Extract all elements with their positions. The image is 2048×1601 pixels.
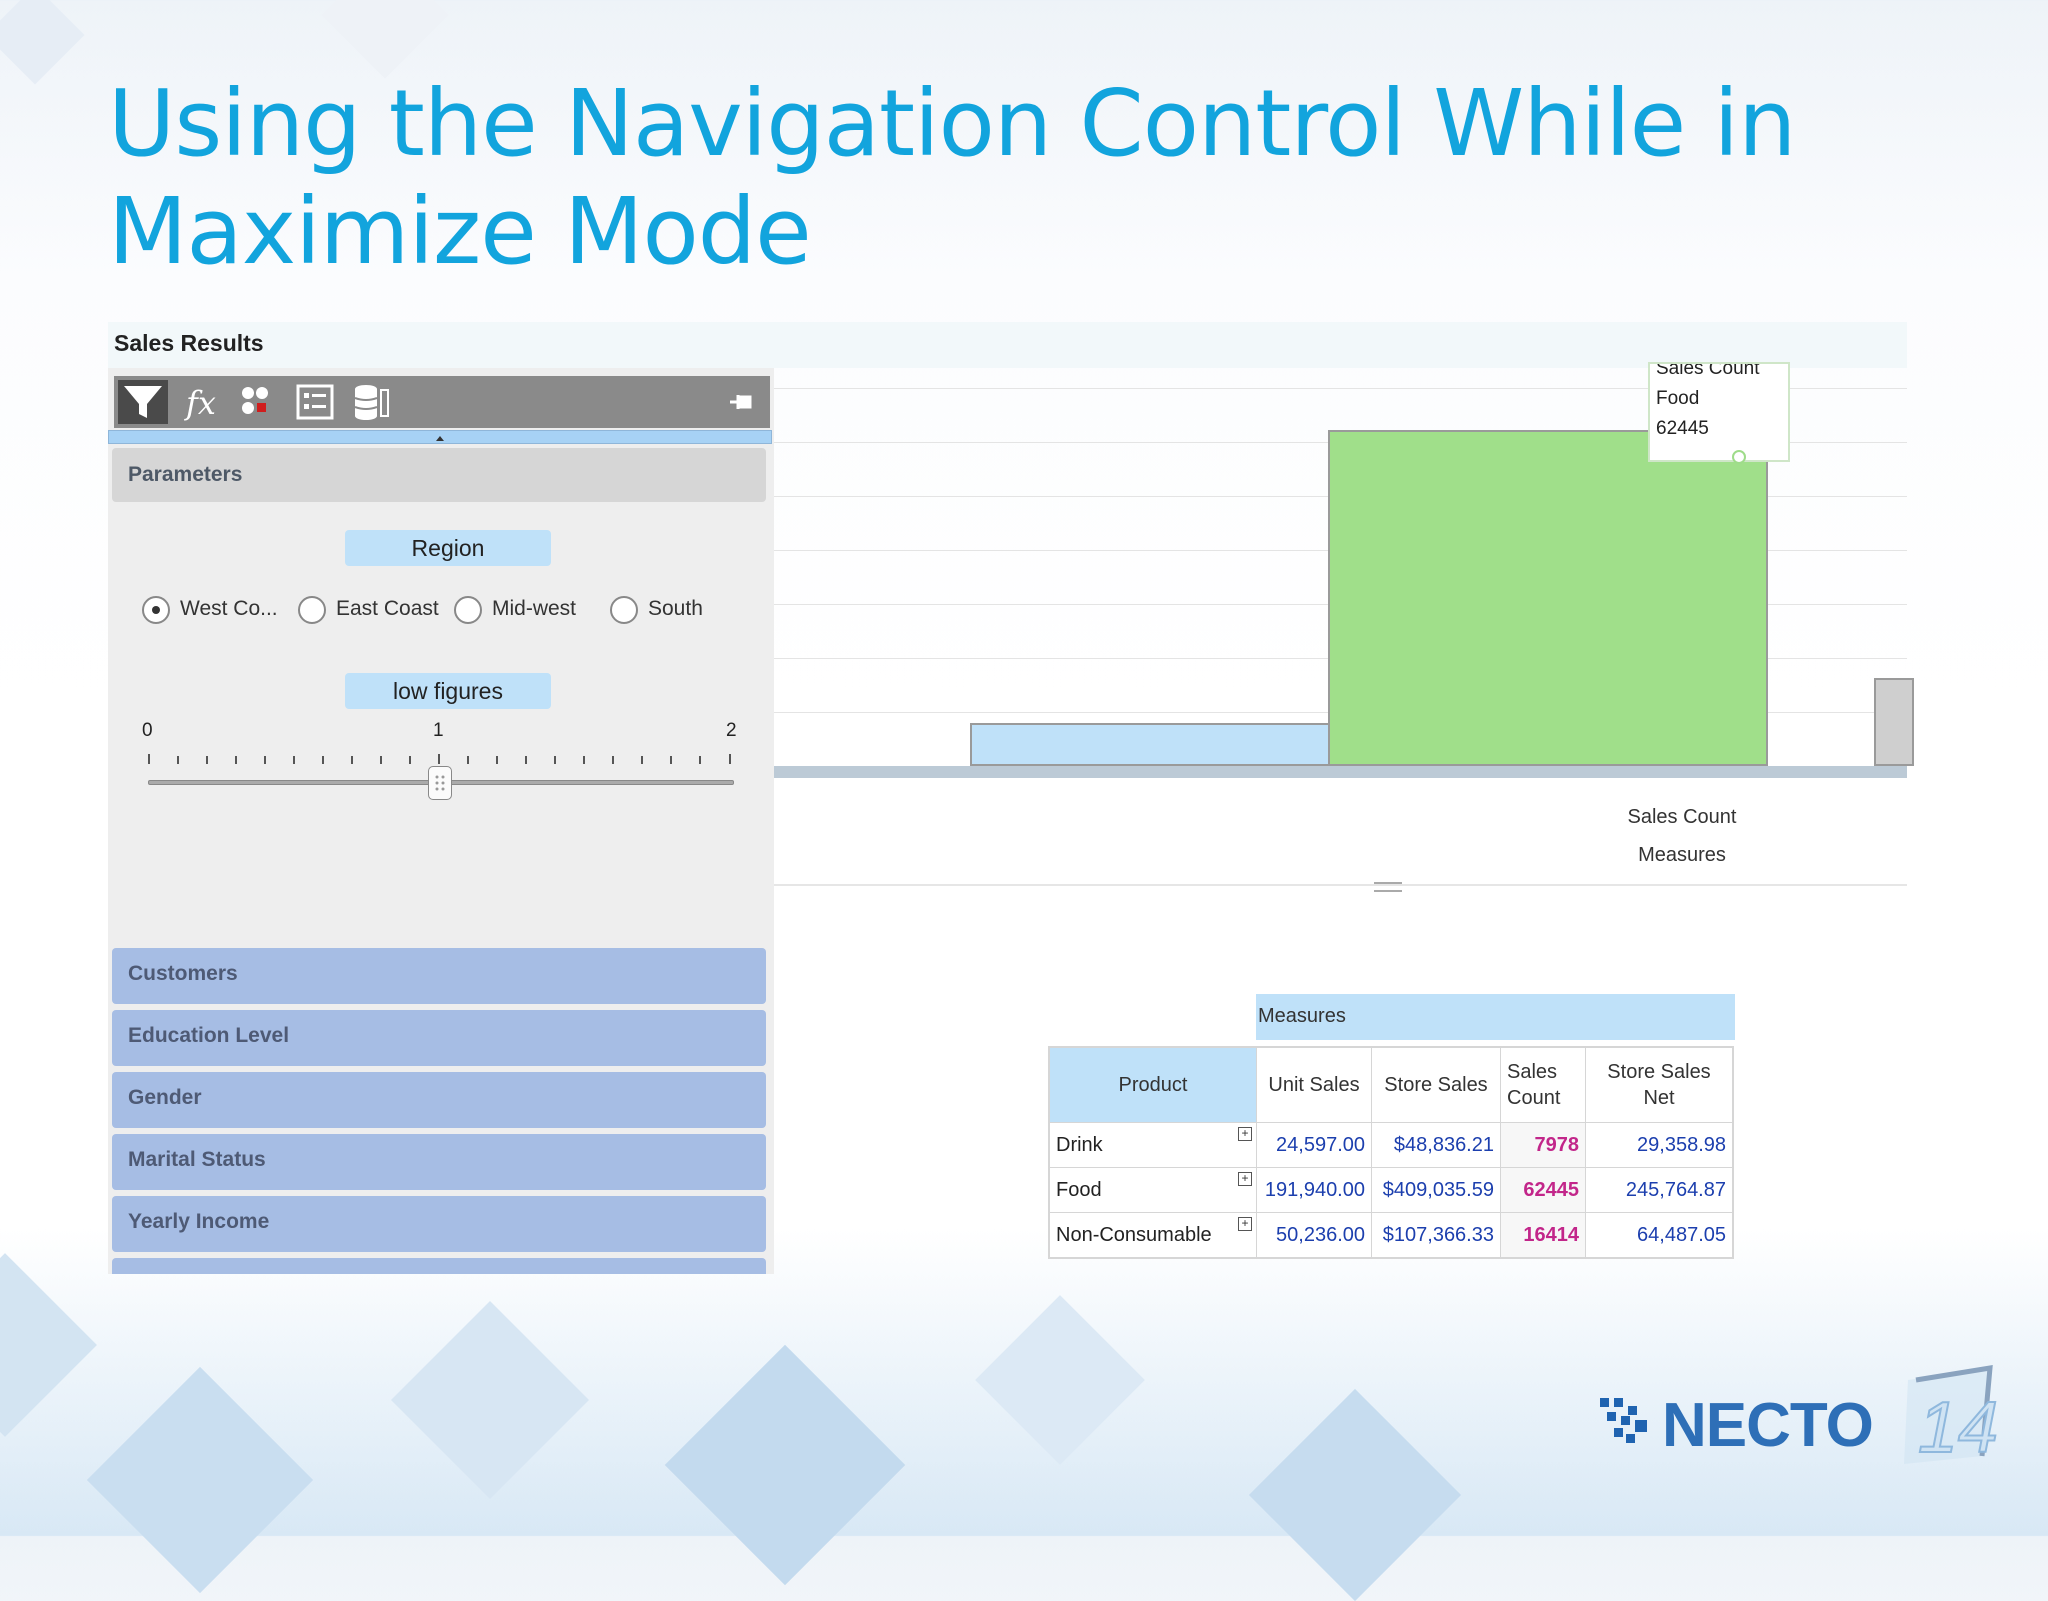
tooltip-anchor — [1732, 450, 1746, 464]
slider-max-label: 2 — [726, 720, 737, 741]
slider-min-label: 0 — [142, 720, 153, 741]
nav-item-customers[interactable]: Customers — [112, 948, 766, 1004]
measures-label: Measures — [1258, 1005, 1346, 1027]
region-label: Region — [345, 530, 551, 566]
tooltip-line: Food — [1656, 388, 1700, 409]
product-name: Non-Consumable — [1056, 1223, 1212, 1246]
nav-item-education-level[interactable]: Education Level — [112, 1010, 766, 1066]
cell-sales-count: 7978 — [1500, 1122, 1586, 1168]
splitter[interactable] — [774, 884, 1907, 886]
database-icon[interactable] — [346, 380, 396, 424]
groups-icon[interactable] — [234, 380, 284, 424]
logo-mark-icon — [1600, 1398, 1647, 1443]
filter-icon[interactable] — [118, 380, 168, 424]
cell-store-sales-net: 64,487.05 — [1585, 1212, 1734, 1259]
window-title: Sales Results — [114, 330, 264, 356]
parameters-label: Parameters — [128, 463, 243, 486]
svg-text:14: 14 — [1918, 1388, 1998, 1468]
cell-unit-sales: 24,597.00 — [1256, 1122, 1372, 1168]
nav-item-label: Marital Status — [128, 1148, 266, 1171]
splitter-grip-icon[interactable] — [1374, 882, 1402, 892]
slider-mid-label: 1 — [433, 720, 444, 741]
row-product-cell[interactable]: Non-Consumable + — [1048, 1212, 1257, 1259]
nav-item-label: Customers — [128, 962, 238, 985]
radio-label: West Co... — [180, 597, 278, 620]
panel-toolbar: fx — [114, 376, 770, 428]
cell-sales-count: 16414 — [1500, 1212, 1586, 1259]
nav-item-label: Gender — [128, 1086, 202, 1109]
radio-circle — [298, 596, 326, 624]
table-row: Food + 191,940.00 $409,035.59 62445 245,7… — [1048, 1167, 1734, 1213]
radio-circle — [610, 596, 638, 624]
parameters-header[interactable]: Parameters — [112, 448, 766, 502]
sales-count-chart: Sales Count Food 62445 Sales Count Measu… — [774, 362, 1914, 892]
radio-label: East Coast — [336, 597, 439, 620]
slide-title: Using the Navigation Control While in Ma… — [108, 70, 1796, 285]
slider-title: low figures — [345, 673, 551, 709]
row-product-cell[interactable]: Food + — [1048, 1167, 1257, 1213]
nav-item-more[interactable] — [112, 1258, 766, 1274]
cell-store-sales: $107,366.33 — [1371, 1212, 1501, 1259]
bar-non-consumable[interactable] — [1874, 678, 1914, 766]
logo-version-badge: 14 — [1904, 1365, 1998, 1469]
grip-icon — [435, 775, 445, 791]
table-header-row: Product Unit Sales Store Sales Sales Cou… — [1048, 1046, 1734, 1123]
radio-label: South — [648, 597, 703, 620]
table-row: Drink + 24,597.00 $48,836.21 7978 29,358.… — [1048, 1122, 1734, 1168]
bar-food[interactable] — [1328, 430, 1768, 766]
column-header-store-sales-net[interactable]: Store Sales Net — [1585, 1046, 1734, 1123]
tooltip-line: Sales Count — [1656, 362, 1760, 379]
expand-icon[interactable]: + — [1238, 1172, 1252, 1186]
navigation-panel: fx Parameters Region West Co... East Coa… — [108, 368, 774, 1274]
nav-item-label: Education Level — [128, 1024, 290, 1047]
chart-tooltip: Sales Count Food 62445 — [1648, 362, 1790, 462]
nav-item-label: Yearly Income — [128, 1210, 270, 1233]
collapse-strip[interactable] — [108, 430, 772, 444]
pin-icon[interactable] — [728, 390, 756, 414]
window-header: Sales Results — [108, 322, 1907, 368]
column-header-unit-sales[interactable]: Unit Sales — [1256, 1046, 1372, 1123]
slider-thumb[interactable] — [428, 766, 452, 800]
radio-circle-selected — [142, 596, 170, 624]
cell-store-sales-net: 29,358.98 — [1585, 1122, 1734, 1168]
table-row: Non-Consumable + 50,236.00 $107,366.33 16… — [1048, 1212, 1734, 1259]
expand-icon[interactable]: + — [1238, 1127, 1252, 1141]
logo-text: NECTO — [1662, 1391, 1874, 1460]
cell-store-sales: $409,035.59 — [1371, 1167, 1501, 1213]
figures-slider[interactable]: 0 1 2 — [142, 720, 748, 820]
results-table: Product Unit Sales Store Sales Sales Cou… — [1048, 1046, 1734, 1259]
column-header-sales-count[interactable]: Sales Count — [1500, 1046, 1586, 1123]
cell-store-sales: $48,836.21 — [1371, 1122, 1501, 1168]
radio-circle — [454, 596, 482, 624]
nav-item-marital-status[interactable]: Marital Status — [112, 1134, 766, 1190]
product-name: Drink — [1056, 1133, 1103, 1156]
necto-logo: NECTO 14 — [1598, 1360, 1998, 1470]
x-axis — [774, 766, 1907, 778]
measures-header[interactable]: Measures — [1256, 994, 1735, 1040]
row-product-cell[interactable]: Drink + — [1048, 1122, 1257, 1168]
tooltip-line: 62445 — [1656, 418, 1709, 439]
slider-ticks — [148, 754, 731, 764]
cell-store-sales-net: 245,764.87 — [1585, 1167, 1734, 1213]
cell-unit-sales: 50,236.00 — [1256, 1212, 1372, 1259]
region-radio-group: West Co... East Coast Mid-west South — [142, 593, 762, 627]
function-icon[interactable]: fx — [178, 380, 228, 424]
x-axis-label: Sales Count — [1627, 806, 1737, 828]
column-header-product[interactable]: Product — [1048, 1046, 1257, 1123]
list-icon[interactable] — [290, 380, 340, 424]
cell-unit-sales: 191,940.00 — [1256, 1167, 1372, 1213]
column-header-store-sales[interactable]: Store Sales — [1371, 1046, 1501, 1123]
svg-text:fx: fx — [184, 384, 216, 422]
nav-item-gender[interactable]: Gender — [112, 1072, 766, 1128]
expand-icon[interactable]: + — [1238, 1217, 1252, 1231]
radio-label: Mid-west — [492, 597, 577, 620]
cell-sales-count: 62445 — [1500, 1167, 1586, 1213]
nav-item-yearly-income[interactable]: Yearly Income — [112, 1196, 766, 1252]
product-name: Food — [1056, 1178, 1102, 1201]
x-axis-title: Measures — [1638, 844, 1726, 866]
